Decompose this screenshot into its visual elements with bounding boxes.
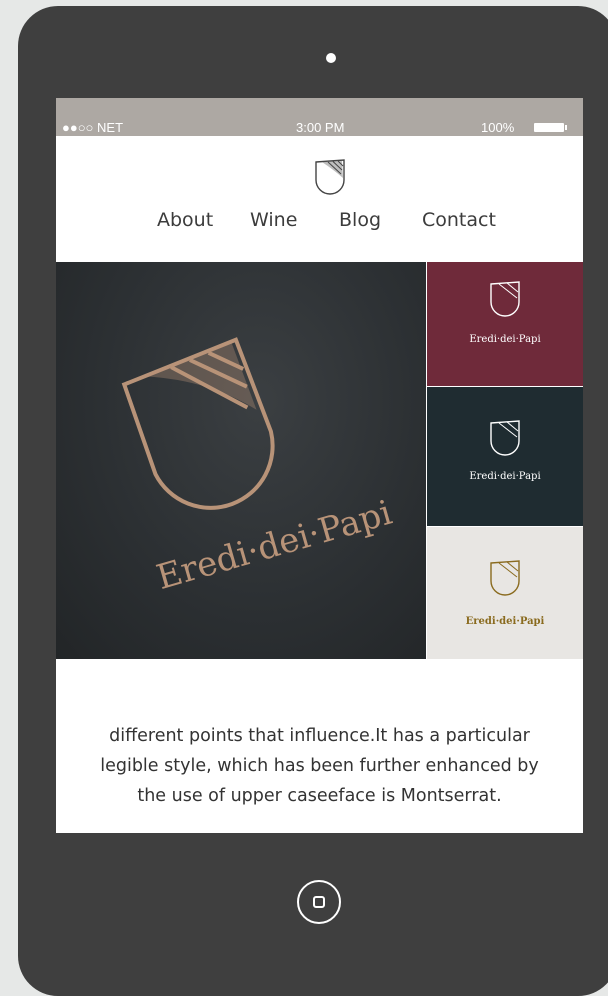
tile-dark-teal: Eredi·dei·Papi xyxy=(427,387,583,526)
hero-brand-text: Eredi·dei·Papi xyxy=(152,493,396,598)
camera-dot xyxy=(326,53,336,63)
home-button-icon[interactable] xyxy=(297,880,341,924)
tile-brand-text: Eredi·dei·Papi xyxy=(469,334,540,345)
hero-main-image: Eredi·dei·Papi xyxy=(56,262,426,659)
foil-logo-icon: Eredi·dei·Papi xyxy=(121,337,396,598)
description-line: the use of upper caseeface is Montserrat… xyxy=(137,786,502,806)
nav-item-wine[interactable]: Wine xyxy=(250,209,297,231)
tile-shield-icon: Eredi·dei·Papi xyxy=(469,420,541,482)
screen: ●●○○ NET 3:00 PM 100% About Wine Blog Co… xyxy=(56,98,583,833)
description-line: different points that influence.It has a… xyxy=(109,726,530,746)
shield-logo-icon[interactable] xyxy=(314,158,346,200)
hero-gallery: Eredi·dei·Papi Eredi·dei·Papi Eredi·dei·… xyxy=(56,262,583,659)
clock: 3:00 PM xyxy=(296,120,345,135)
tile-cream: Eredi·dei·Papi xyxy=(427,527,583,659)
tile-burgundy: Eredi·dei·Papi xyxy=(427,262,583,386)
description-text: different points that influence.It has a… xyxy=(56,721,583,811)
tile-shield-icon: Eredi·dei·Papi xyxy=(469,281,541,345)
nav-item-contact[interactable]: Contact xyxy=(422,209,496,231)
nav-item-blog[interactable]: Blog xyxy=(339,209,381,231)
battery-icon xyxy=(534,123,567,132)
status-bar: ●●○○ NET 3:00 PM 100% xyxy=(56,98,583,136)
battery-percent: 100% xyxy=(481,120,515,135)
nav-item-about[interactable]: About xyxy=(157,209,213,231)
site-header: About Wine Blog Contact xyxy=(56,136,583,262)
carrier-label: ●●○○ NET xyxy=(62,120,124,135)
tile-brand-text: Eredi·dei·Papi xyxy=(469,471,540,482)
tile-brand-text: Eredi·dei·Papi xyxy=(466,616,545,627)
description-line: legible style, which has been further en… xyxy=(100,756,539,776)
tile-shield-icon: Eredi·dei·Papi xyxy=(466,560,545,627)
main-nav: About Wine Blog Contact xyxy=(56,209,583,239)
